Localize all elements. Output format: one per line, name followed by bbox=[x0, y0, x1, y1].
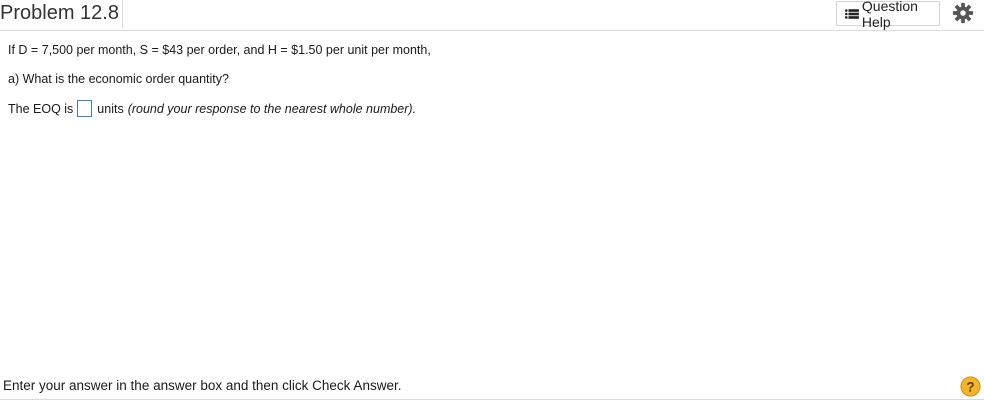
footer-divider bbox=[0, 399, 984, 400]
problem-given-text: If D = 7,500 per month, S = $43 per orde… bbox=[8, 43, 431, 57]
gear-icon[interactable] bbox=[952, 2, 974, 24]
question-help-label: Question Help bbox=[861, 0, 918, 30]
answer-hint: (round your response to the nearest whol… bbox=[127, 101, 417, 116]
answer-row: The EOQ is units (round your response to… bbox=[8, 100, 416, 117]
answer-units: units bbox=[97, 101, 124, 116]
list-icon bbox=[845, 8, 859, 19]
question-mark-icon[interactable]: ? bbox=[960, 376, 981, 397]
header-divider bbox=[0, 30, 984, 31]
footer-instructions: Enter your answer in the answer box and … bbox=[3, 378, 402, 393]
page-title: Problem 12.8 bbox=[0, 0, 123, 28]
problem-page: Problem 12.8 Question Help If D = 7,500 … bbox=[0, 0, 984, 402]
answer-prefix: The EOQ is bbox=[8, 101, 74, 116]
eoq-answer-input[interactable] bbox=[77, 100, 93, 117]
part-a-question: a) What is the economic order quantity? bbox=[8, 72, 229, 86]
svg-text:?: ? bbox=[966, 379, 974, 394]
question-help-button[interactable]: Question Help bbox=[836, 0, 940, 30]
